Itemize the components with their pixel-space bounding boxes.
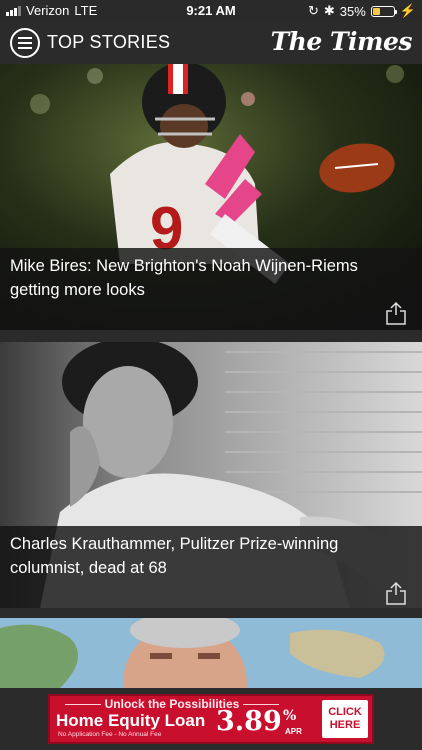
share-icon[interactable] xyxy=(386,581,406,605)
menu-button[interactable] xyxy=(10,28,40,58)
story-caption: Charles Krauthammer, Pulitzer Prize-winn… xyxy=(0,526,422,608)
battery-icon xyxy=(370,5,397,17)
ad-apr-label: APR xyxy=(285,727,302,736)
share-icon[interactable] xyxy=(386,301,406,325)
ad-fine-print: No Application Fee - No Annual Fee xyxy=(58,731,162,738)
story-caption: Mike Bires: New Brighton's Noah Wijnen-R… xyxy=(0,248,422,330)
story-photo-politician xyxy=(0,618,422,688)
menu-icon xyxy=(18,37,32,39)
ad-rate: 3.89 xyxy=(216,706,282,737)
story-headline[interactable]: Mike Bires: New Brighton's Noah Wijnen-R… xyxy=(10,254,382,302)
story-headline[interactable]: Charles Krauthammer, Pulitzer Prize-winn… xyxy=(10,532,382,580)
story-card[interactable] xyxy=(0,618,422,688)
story-card[interactable]: 9 Mike Bires: New Brighton's Noah Wijnen… xyxy=(0,64,422,330)
ad-click-here-button[interactable]: CLICK HERE xyxy=(322,700,368,738)
ad-percent: % xyxy=(283,708,297,724)
battery-percent: 35% xyxy=(339,3,366,19)
story-card[interactable]: Charles Krauthammer, Pulitzer Prize-winn… xyxy=(0,342,422,608)
advertisement-banner[interactable]: Unlock the Possibilities Home Equity Loa… xyxy=(48,694,374,744)
battery-fill xyxy=(372,7,380,15)
ad-cta-line2: HERE xyxy=(329,719,361,731)
status-bar: Verizon LTE 9:21 AM ↻ ✱ 35% ⚡ xyxy=(0,0,422,22)
ad-product: Home Equity Loan xyxy=(56,711,206,730)
charging-icon: ⚡ xyxy=(399,3,416,18)
navigation-bar: TOP STORIES The Times xyxy=(0,22,422,64)
rotation-lock-icon: ↻ xyxy=(307,3,319,18)
section-title: TOP STORIES xyxy=(47,32,171,52)
the-times-logo[interactable]: The Times xyxy=(271,27,413,56)
ad-cta-line1: CLICK xyxy=(328,706,362,718)
status-right: ↻ ✱ 35% ⚡ xyxy=(308,3,416,19)
bluetooth-icon: ✱ xyxy=(323,3,335,18)
